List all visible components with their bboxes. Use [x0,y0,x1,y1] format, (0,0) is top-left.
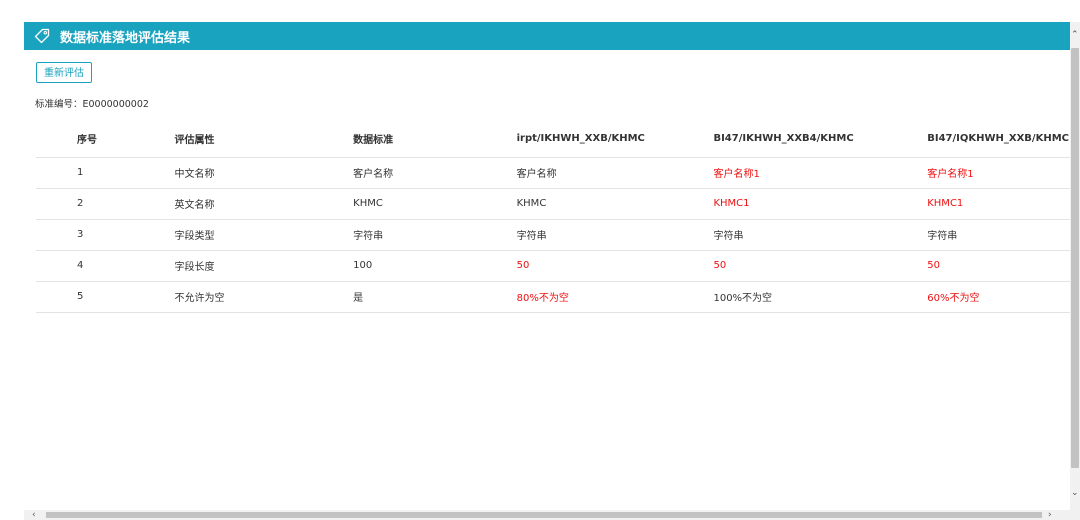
table-cell: 中文名称 [157,157,337,189]
table-cell: 50 [697,250,914,282]
table-cell: 字符串 [336,219,501,251]
table-row: 4 字段长度 100 50 50 50 [36,250,1070,282]
table-header-row: 序号 评估属性 数据标准 irpt/IKHWH_XXB/KHMC BI47/IK… [36,121,1070,158]
table-cell: KHMC1 [913,188,1070,220]
reevaluate-button[interactable]: 重新评估 [36,62,92,83]
scroll-right-icon[interactable]: › [1048,510,1052,520]
table-row: 2 英文名称 KHMC KHMC KHMC1 KHMC1 [36,188,1070,220]
table-cell: 客户名称1 [913,157,1070,189]
vertical-scroll-thumb[interactable] [1071,48,1079,468]
table-cell: 字符串 [697,219,914,251]
table-cell: 3 [36,219,158,251]
column-header-field-3: BI47/IQKHWH_XXB/KHMC [913,121,1070,158]
scroll-left-icon[interactable]: ‹ [32,510,36,520]
table-cell: 客户名称 [336,157,501,189]
panel-header: 数据标准落地评估结果 [24,22,1070,50]
table-cell: 字符串 [500,219,698,251]
table-cell: 80%不为空 [500,281,698,313]
table-cell: 50 [500,250,698,282]
scroll-up-icon[interactable]: ⌃ [1071,30,1079,40]
column-header-standard: 数据标准 [336,121,501,158]
table-cell: 100%不为空 [697,281,914,313]
evaluation-panel: 数据标准落地评估结果 重新评估 标准编号：E0000000002 序号 评估属性… [24,22,1070,514]
table-cell: 客户名称 [500,157,698,189]
table-cell: 不允许为空 [157,281,337,313]
column-header-attribute: 评估属性 [157,121,337,158]
column-header-field-1: irpt/IKHWH_XXB/KHMC [500,121,698,158]
table-cell: 50 [913,250,1070,282]
horizontal-scroll-thumb[interactable] [46,512,1042,518]
table-cell: 4 [36,250,158,282]
horizontal-scrollbar[interactable]: ‹ › [24,510,1070,520]
column-header-field-2: BI47/IKHWH_XXB4/KHMC [697,121,914,158]
tag-icon [34,28,50,44]
table-cell: 字段类型 [157,219,337,251]
table-cell: 是 [336,281,501,313]
table-cell: KHMC [500,188,698,220]
scroll-down-icon[interactable]: ⌄ [1071,488,1079,498]
table-row: 3 字段类型 字符串 字符串 字符串 字符串 [36,219,1070,251]
table-cell: KHMC [336,188,501,220]
table-cell: 60%不为空 [913,281,1070,313]
table-cell: 1 [36,157,158,189]
standard-code: 标准编号：E0000000002 [35,99,149,110]
table-cell: 2 [36,188,158,220]
table-cell: 客户名称1 [697,157,914,189]
table-row: 1 中文名称 客户名称 客户名称 客户名称1 客户名称1 [36,157,1070,189]
column-header-index: 序号 [36,121,158,158]
evaluation-table: 序号 评估属性 数据标准 irpt/IKHWH_XXB/KHMC BI47/IK… [36,121,1070,313]
table-cell: 英文名称 [157,188,337,220]
table-cell: 100 [336,250,501,282]
table-cell: 5 [36,281,158,313]
table-row: 5 不允许为空 是 80%不为空 100%不为空 60%不为空 [36,281,1070,313]
table-cell: 字段长度 [157,250,337,282]
table-cell: KHMC1 [697,188,914,220]
table-cell: 字符串 [913,219,1070,251]
vertical-scrollbar[interactable]: ⌃ ⌄ [1070,22,1080,520]
panel-title: 数据标准落地评估结果 [60,30,191,46]
